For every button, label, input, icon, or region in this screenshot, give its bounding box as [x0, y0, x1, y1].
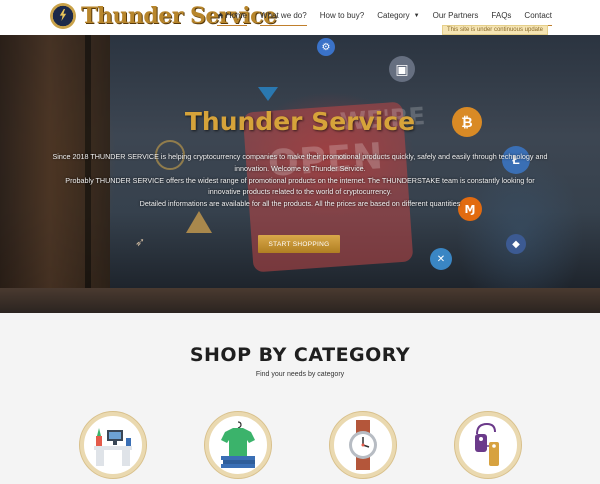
update-notice: This site is under continuous update — [441, 25, 548, 35]
category-subtitle: Find your needs by category — [255, 371, 345, 378]
tshirt-icon — [221, 421, 255, 468]
pyramid-coin-icon — [186, 211, 212, 233]
robot-coin-icon: ▣ — [389, 56, 415, 82]
rocket-icon: ➶ — [135, 235, 146, 249]
nav-our-partners[interactable]: Our Partners — [433, 11, 479, 20]
nav-what-we-do-label: What we do? — [260, 11, 307, 20]
xrp-icon: ✕ — [430, 248, 452, 270]
home-icon — [217, 12, 223, 19]
site-header: Thunder Service Home What we do? How to … — [0, 0, 600, 35]
nav-category-label: Category — [377, 11, 410, 20]
nav-contact[interactable]: Contact — [524, 11, 552, 26]
triangle-coin-icon — [258, 87, 278, 101]
nav-how-to-buy[interactable]: How to buy? — [320, 11, 364, 20]
nav-faqs[interactable]: FAQs — [491, 11, 512, 26]
tag-icon — [475, 422, 499, 466]
logo-badge-icon — [50, 3, 76, 29]
hero-line-3: Detailed informations are available for … — [139, 199, 461, 209]
nav-what-we-do[interactable]: What we do? — [260, 11, 307, 26]
hero-title: Thunder Service — [184, 107, 416, 136]
nav-how-to-buy-label: How to buy? — [319, 11, 365, 20]
category-watches[interactable] — [330, 412, 396, 478]
category-office[interactable] — [80, 412, 146, 478]
office-desk-icon — [94, 428, 132, 466]
nav-our-partners-label: Our Partners — [432, 11, 479, 20]
gear-coin-icon: ⚙ — [317, 38, 335, 56]
nav-faqs-label: FAQs — [491, 11, 512, 20]
hero-bottom-band — [0, 288, 600, 313]
category-clothing[interactable] — [205, 412, 271, 478]
watch-icon — [349, 420, 377, 470]
category-title: SHOP BY CATEGORY — [189, 344, 411, 366]
nav-category[interactable]: Category ▼ — [377, 11, 419, 20]
nav-contact-label: Contact — [524, 11, 552, 20]
caret-down-icon: ▼ — [413, 12, 420, 19]
nav-home-label: Home — [225, 11, 248, 20]
hero-description: Since 2018 THUNDER SERVICE is helping cr… — [50, 151, 550, 210]
hero-line-1: Since 2018 THUNDER SERVICE is helping cr… — [52, 152, 548, 173]
bag-coin-icon: ◆ — [506, 234, 526, 254]
nav-home[interactable]: Home — [216, 11, 248, 26]
main-nav: Home What we do? How to buy? Category ▼ … — [216, 11, 552, 26]
start-shopping-button[interactable]: START SHOPPING — [258, 235, 340, 253]
hero-line-2: Probably THUNDER SERVICE offers the wide… — [65, 175, 535, 197]
category-accessories[interactable] — [455, 412, 521, 478]
